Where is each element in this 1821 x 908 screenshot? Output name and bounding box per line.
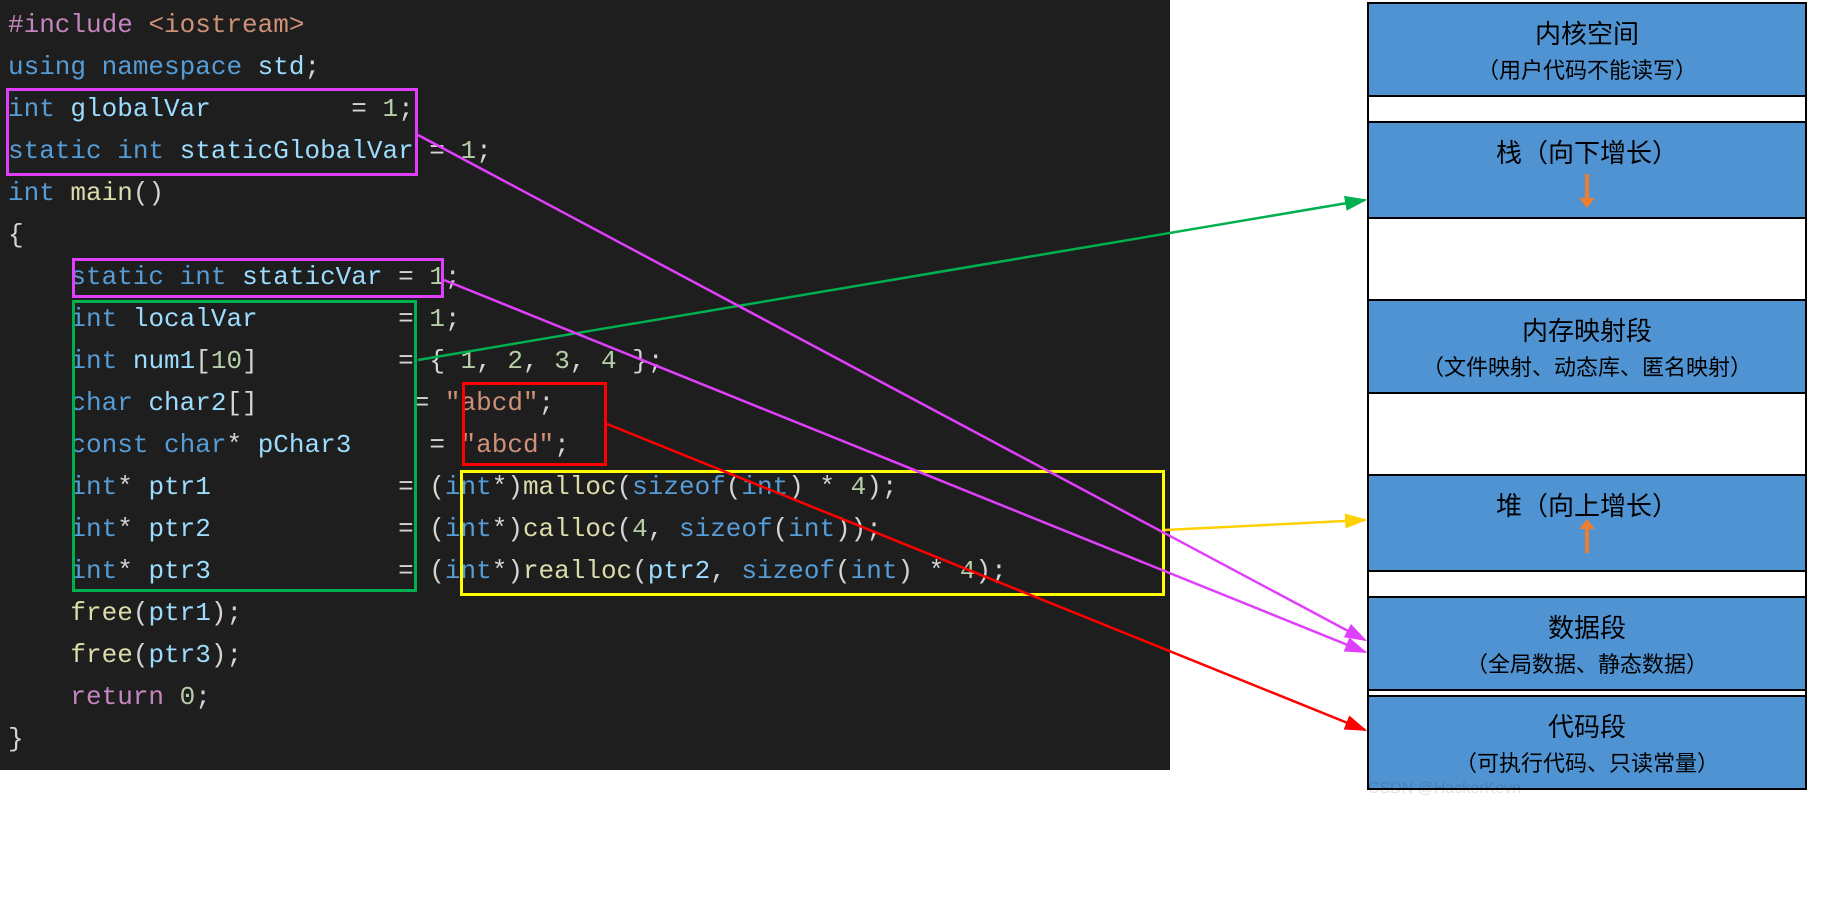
memory-layout-column: 内核空间 （用户代码不能读写） 栈（向下增长） 内存映射段 （文件映射、动态库、… [1367,2,1807,790]
mem-code: 代码段 （可执行代码、只读常量） [1367,695,1807,790]
code-line: using namespace std; [8,46,1162,88]
code-line: const char* pChar3 = "abcd"; [8,424,1162,466]
code-line: int num1[10] = { 1, 2, 3, 4 }; [8,340,1162,382]
code-line: { [8,214,1162,256]
arrow-down-icon [1585,174,1589,200]
code-line: int main() [8,172,1162,214]
mem-stack: 栈（向下增长） [1367,121,1807,219]
code-line: int globalVar = 1; [8,88,1162,130]
mem-data: 数据段 （全局数据、静态数据） [1367,596,1807,691]
mem-heap: 堆（向上增长） [1367,474,1807,572]
mem-kernel: 内核空间 （用户代码不能读写） [1367,2,1807,97]
code-line: free(ptr1); [8,592,1162,634]
mem-mmap: 内存映射段 （文件映射、动态库、匿名映射） [1367,299,1807,394]
code-line: int localVar = 1; [8,298,1162,340]
mem-gap [1367,394,1807,474]
code-line: int* ptr3 = (int*)realloc(ptr2, sizeof(i… [8,550,1162,592]
code-line: } [8,718,1162,760]
code-line: int* ptr1 = (int*)malloc(sizeof(int) * 4… [8,466,1162,508]
mem-gap [1367,572,1807,596]
code-line: return 0; [8,676,1162,718]
code-line: #include <iostream> [8,4,1162,46]
code-editor: #include <iostream> using namespace std;… [0,0,1170,770]
code-line: int* ptr2 = (int*)calloc(4, sizeof(int))… [8,508,1162,550]
watermark: CSDN @HackerKevn [1368,780,1521,798]
mem-gap [1367,219,1807,299]
code-line: free(ptr3); [8,634,1162,676]
code-line: char char2[] = "abcd"; [8,382,1162,424]
mem-gap [1367,97,1807,121]
code-line: static int staticGlobalVar = 1; [8,130,1162,172]
code-line: static int staticVar = 1; [8,256,1162,298]
arrow-up-icon [1585,527,1589,553]
